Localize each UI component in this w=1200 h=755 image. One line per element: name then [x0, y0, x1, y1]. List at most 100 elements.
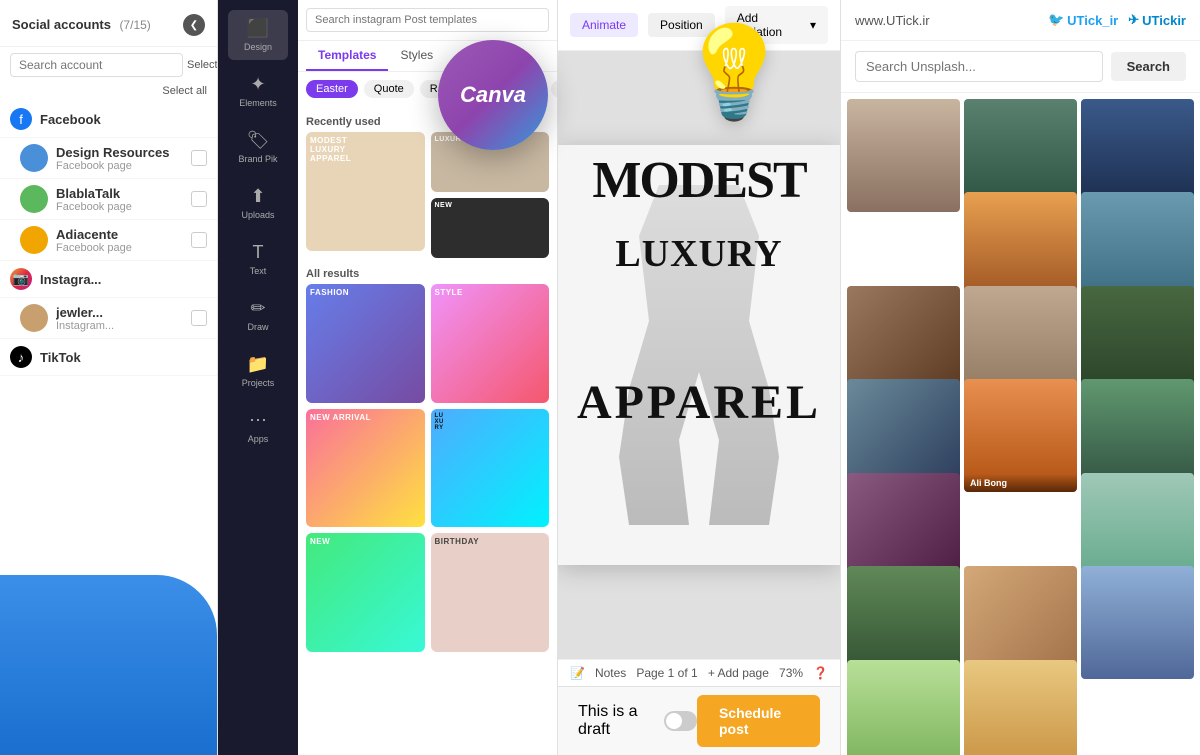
adiacente-info: Adiacente Facebook page [56, 227, 183, 254]
templates-tab[interactable]: Templates [306, 41, 388, 71]
facebook-account-info: Facebook [40, 112, 207, 127]
canva-brand-btn[interactable]: 🏷 Brand Pik [228, 122, 288, 172]
middle-panel: Create a new post +2 Customize each [218, 0, 840, 755]
jewler-item[interactable]: jewler... Instagram... [0, 298, 217, 339]
template-all-1[interactable]: Fashion [306, 284, 425, 403]
select-all-row: Select all [0, 83, 217, 101]
elements-icon: ✦ [250, 74, 265, 95]
add-page-btn[interactable]: + Add page [708, 666, 769, 680]
schedule-post-button[interactable]: Schedule post [697, 695, 820, 747]
chevron-down-icon: ▾ [810, 18, 816, 32]
tmpl-all-text-6: Birthday [431, 533, 550, 550]
apps-label: Apps [248, 434, 269, 444]
help-icon: ❓ [813, 666, 828, 680]
twitter-link[interactable]: 🐦 UTick_ir [1048, 12, 1118, 28]
styles-tab[interactable]: Styles [388, 41, 445, 71]
projects-icon: 📁 [247, 354, 269, 375]
text-label: Text [250, 266, 267, 276]
facebook-account-item[interactable]: f Facebook [0, 101, 217, 138]
adiacente-avatar [20, 226, 48, 254]
lightbulb-icon: 💡 [678, 20, 790, 125]
tmpl-all-text-3: NEW ARRIVAL [306, 409, 425, 426]
search-unsplash-input[interactable] [855, 51, 1103, 82]
templates-search [298, 0, 557, 41]
template-all-5[interactable]: NEW [306, 533, 425, 652]
canva-draw-btn[interactable]: ✏ Draw [228, 290, 288, 340]
draft-knob [666, 713, 682, 729]
telegram-handle: UTickir [1142, 13, 1186, 28]
chip-quote[interactable]: Quote [364, 80, 414, 98]
draw-label: Draw [247, 322, 268, 332]
blablatalk-checkbox[interactable] [191, 191, 207, 207]
animate-btn[interactable]: Animate [570, 13, 638, 37]
tmpl-all-text-5: NEW [306, 533, 425, 550]
template-all-2[interactable]: Style [431, 284, 550, 403]
zoom-level: 73% [779, 666, 803, 680]
canva-design-btn[interactable]: ⬛ Design [228, 10, 288, 60]
notes-label: Notes [595, 666, 626, 680]
select-all-button-2[interactable]: Select all [162, 85, 207, 97]
apps-icon: ⋯ [249, 410, 267, 431]
left-bottom-decoration [0, 575, 217, 755]
search-account-input[interactable] [10, 53, 183, 77]
template-thumb-3[interactable]: NEW [431, 198, 550, 258]
collapse-button[interactable] [183, 14, 205, 36]
canva-elements-btn[interactable]: ✦ Elements [228, 66, 288, 116]
canva-overlay: Canva 💡 ⬛ Design ✦ Elements 🏷 Brand Pik … [218, 0, 840, 755]
photo-item-16[interactable] [1081, 566, 1194, 679]
draft-toggle[interactable] [664, 711, 697, 731]
search-button[interactable]: Search [1111, 52, 1186, 81]
canva-apps-btn[interactable]: ⋯ Apps [228, 402, 288, 452]
jewler-checkbox[interactable] [191, 310, 207, 326]
telegram-link[interactable]: ✈ UTickir [1128, 12, 1186, 28]
template-thumb-1[interactable]: MODESTLUXURYAPPAREL [306, 132, 425, 251]
tiktok-icon: ♪ [10, 346, 32, 368]
select-all-button[interactable]: Select all [187, 59, 218, 71]
photo-item-10[interactable]: Ali Bong [964, 379, 1077, 492]
photo-overlay-10: Ali Bong [964, 474, 1077, 492]
brand-label: Brand Pik [238, 154, 277, 164]
adiacente-checkbox[interactable] [191, 232, 207, 248]
template-all-6[interactable]: Birthday [431, 533, 550, 652]
design-resources-name: Design Resources [56, 145, 183, 160]
header-title: Social accounts [12, 17, 111, 32]
design-resources-item[interactable]: Design Resources Facebook page [0, 138, 217, 179]
template-all-4[interactable]: LUXURY [431, 409, 550, 528]
blablatalk-item[interactable]: BlablaTalk Facebook page [0, 179, 217, 220]
design-label: Design [244, 42, 272, 52]
canva-uploads-btn[interactable]: ⬆ Uploads [228, 178, 288, 228]
elements-label: Elements [239, 98, 277, 108]
tmpl-all-text-4: LUXURY [431, 409, 550, 435]
tmpl-all-text-2: Style [431, 284, 550, 301]
adiacente-item[interactable]: Adiacente Facebook page [0, 220, 217, 261]
tiktok-account-info: TikTok [40, 350, 207, 365]
header-count: (7/15) [119, 18, 150, 32]
page-info: Page 1 of 1 [636, 666, 697, 680]
canva-text-btn[interactable]: T Text [228, 234, 288, 284]
twitter-icon: 🐦 [1048, 12, 1064, 28]
canva-logo-text: Canva [460, 82, 526, 108]
chip-easter[interactable]: Easter [306, 80, 358, 98]
design-resources-info: Design Resources Facebook page [56, 145, 183, 172]
chip-more[interactable]: › [551, 80, 557, 98]
design-title-apparel: APPAREL [558, 375, 840, 430]
templates-search-input[interactable] [306, 8, 549, 32]
photo-grid: Andrew James Lance Anderson Joel Filipe … [841, 93, 1200, 755]
right-panel: www.UTick.ir 🐦 UTick_ir ✈ UTickir Search… [840, 0, 1200, 755]
twitter-handle: UTick_ir [1067, 13, 1118, 28]
jewler-avatar [20, 304, 48, 332]
facebook-icon: f [10, 108, 32, 130]
tiktok-account-item[interactable]: ♪ TikTok [0, 339, 217, 376]
canva-projects-btn[interactable]: 📁 Projects [228, 346, 288, 396]
instagram-account-item[interactable]: 📷 Instagra... [0, 261, 217, 298]
design-resources-checkbox[interactable] [191, 150, 207, 166]
template-all-3[interactable]: NEW ARRIVAL [306, 409, 425, 528]
photo-item-17[interactable] [847, 660, 960, 755]
photo-item-1[interactable] [847, 99, 960, 212]
instagram-icon: 📷 [10, 268, 32, 290]
photo-item-18[interactable] [964, 660, 1077, 755]
search-unsplash-row: Search [841, 41, 1200, 93]
canvas-workspace[interactable]: MODEST LUXURY APPAREL [558, 51, 840, 659]
canva-logo: Canva [438, 40, 548, 150]
projects-label: Projects [242, 378, 275, 388]
